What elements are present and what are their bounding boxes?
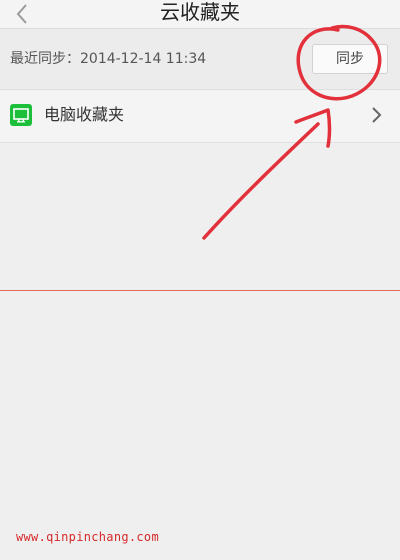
sync-bar: 最近同步：2014-12-14 11:34 同步 [0, 29, 400, 90]
last-sync-text: 最近同步：2014-12-14 11:34 [10, 51, 207, 67]
list-item-label: 电脑收藏夹 [44, 105, 125, 124]
sync-button[interactable]: 同步 [312, 44, 388, 74]
chevron-right-icon [372, 107, 382, 123]
watermark-text: www.qinpinchang.com [16, 530, 159, 544]
page-title: 云收藏夹 [160, 0, 240, 24]
chevron-left-icon [16, 4, 27, 24]
list-item-pc-favorites[interactable]: 电脑收藏夹 [0, 90, 400, 143]
title-bar: 云收藏夹 [0, 0, 400, 29]
red-divider-line [0, 290, 400, 291]
monitor-icon [10, 104, 32, 126]
back-button[interactable] [8, 0, 36, 28]
